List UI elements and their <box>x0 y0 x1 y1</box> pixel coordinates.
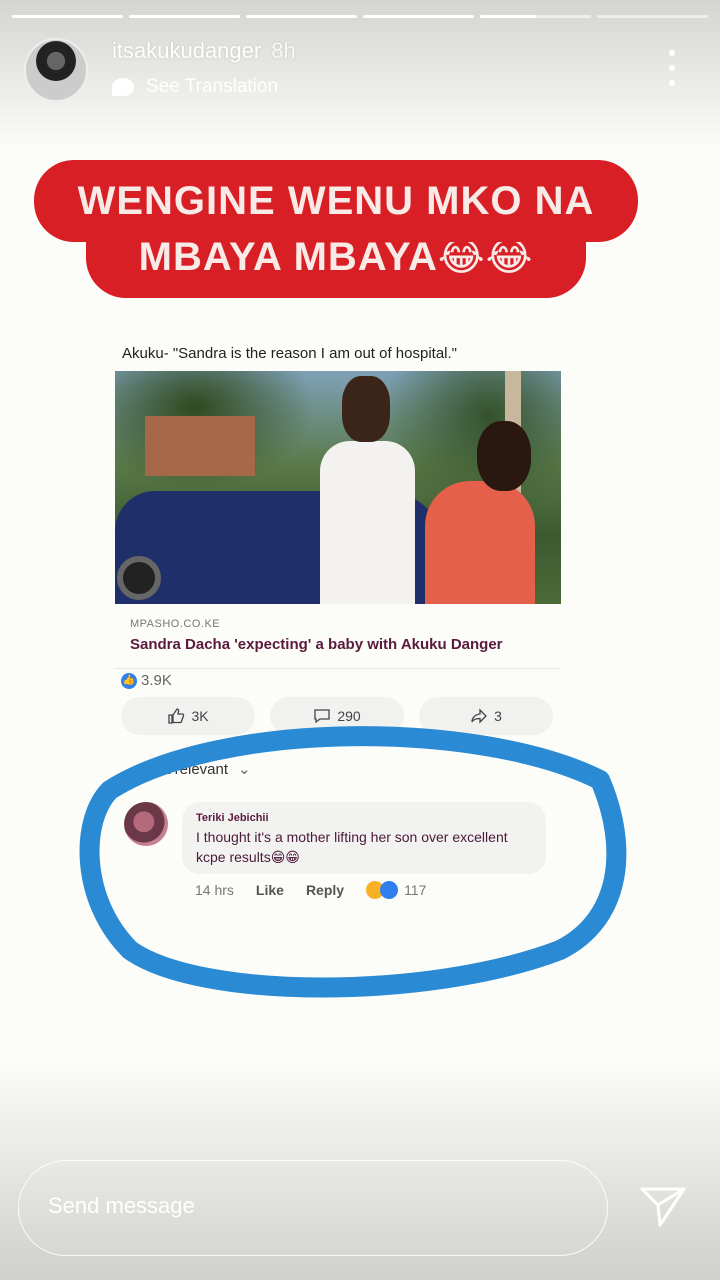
time-ago: 8h <box>271 38 296 63</box>
link-source: MPASHO.CO.KE <box>130 618 221 630</box>
send-message-placeholder: Send message <box>48 1193 195 1218</box>
banner-line-1: WENGINE WENU MKO NA <box>34 160 638 242</box>
progress-fill <box>12 15 123 18</box>
reaction-summary[interactable]: 👍 3.9K <box>121 672 172 689</box>
photo-man-head <box>342 376 390 442</box>
photo-building <box>145 416 255 476</box>
progress-segment <box>597 15 708 18</box>
like-button[interactable]: 3K <box>121 697 255 735</box>
progress-fill <box>246 15 357 18</box>
photo-wheel <box>117 556 161 600</box>
progress-fill <box>480 15 536 18</box>
see-translation-label: See Translation <box>146 76 279 97</box>
comment-reaction-count: 117 <box>404 882 427 898</box>
comment-button[interactable]: 290 <box>270 697 404 735</box>
progress-segment <box>363 15 474 18</box>
share-count: 3 <box>494 708 502 724</box>
photo-woman <box>425 481 535 604</box>
comment-icon <box>314 709 330 724</box>
photo-man <box>320 441 415 604</box>
comment-author[interactable]: Teriki Jebichii <box>196 812 532 824</box>
comment-bubble: Teriki Jebichii I thought it's a mother … <box>182 802 546 874</box>
top-gradient <box>0 0 720 150</box>
comment-reply-button[interactable]: Reply <box>306 882 344 898</box>
photo-woman-head <box>477 421 531 491</box>
post-photo <box>115 371 561 604</box>
share-arrow-icon <box>471 708 488 724</box>
comment-like-button[interactable]: Like <box>256 882 284 898</box>
see-translation-button[interactable]: See Translation <box>112 76 278 98</box>
translate-bubble-icon <box>112 78 134 96</box>
commenter-avatar[interactable] <box>124 802 168 846</box>
banner-text-1: WENGINE WENU MKO NA <box>77 179 595 223</box>
like-reaction-icon: 👍 <box>121 672 137 689</box>
sort-dropdown[interactable]: Most relevant ⌄ <box>138 760 251 778</box>
progress-segment <box>12 15 123 18</box>
comment-reactions[interactable]: 117 <box>366 881 426 899</box>
story-header[interactable]: itsakukudanger 8h <box>112 38 296 64</box>
paper-plane-icon[interactable] <box>638 1185 688 1229</box>
reaction-count: 3.9K <box>141 672 172 689</box>
progress-segment <box>129 15 240 18</box>
username[interactable]: itsakukudanger <box>112 38 261 63</box>
chevron-down-icon: ⌄ <box>238 761 251 778</box>
progress-segment <box>246 15 357 18</box>
divider <box>115 668 561 669</box>
post-quote: Akuku- "Sandra is the reason I am out of… <box>122 345 457 362</box>
progress-segment <box>480 15 591 18</box>
progress-fill <box>129 15 240 18</box>
like-reaction-icon <box>380 881 399 899</box>
share-button[interactable]: 3 <box>419 697 553 735</box>
comment-time: 14 hrs <box>195 882 234 898</box>
like-count: 3K <box>191 708 209 724</box>
thumbs-up-icon <box>168 708 185 724</box>
story-progress-bar <box>12 15 708 18</box>
link-headline[interactable]: Sandra Dacha 'expecting' a baby with Aku… <box>130 636 503 653</box>
comment-meta: 14 hrs Like Reply 117 <box>195 881 426 899</box>
more-vertical-icon[interactable] <box>664 50 680 86</box>
comment-text: I thought it's a mother lifting her son … <box>196 829 508 865</box>
profile-avatar[interactable] <box>24 38 88 102</box>
comment-count: 290 <box>337 708 361 724</box>
progress-fill <box>363 15 474 18</box>
sort-label: Most relevant <box>138 761 229 778</box>
